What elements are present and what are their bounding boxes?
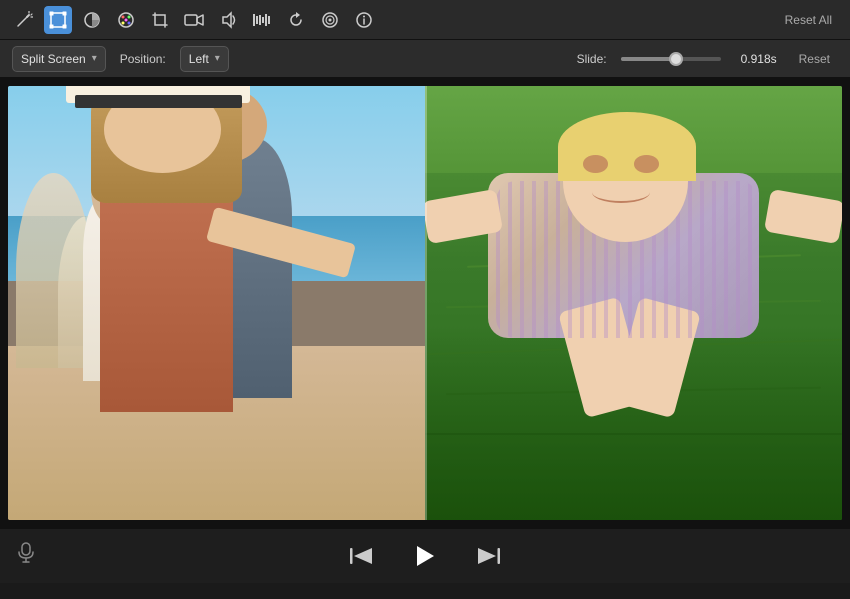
rotation-icon[interactable] (282, 6, 310, 34)
color-wheel-icon[interactable] (78, 6, 106, 34)
reset-button[interactable]: Reset (791, 48, 838, 70)
split-divider (425, 86, 427, 520)
slider-fill (621, 57, 676, 61)
slide-label: Slide: (577, 52, 607, 66)
overlay-icon[interactable] (316, 6, 344, 34)
reset-all-button[interactable]: Reset All (777, 9, 840, 31)
speed-icon[interactable] (248, 6, 276, 34)
palette-icon[interactable] (112, 6, 140, 34)
child-eye-left (583, 155, 608, 172)
woman-hat-band (75, 95, 242, 108)
audio-icon[interactable] (214, 6, 242, 34)
slide-value: 0.918s (741, 52, 777, 66)
microphone-button[interactable] (18, 542, 34, 569)
slide-slider[interactable] (621, 57, 721, 61)
toolbar: Reset All (0, 0, 850, 40)
crop-icon[interactable] (146, 6, 174, 34)
position-dropdown-value: Left (189, 52, 209, 66)
position-dropdown[interactable]: Left ▾ (180, 46, 229, 72)
child-hair (558, 112, 696, 181)
chevron-down-icon: ▾ (92, 53, 97, 64)
position-label: Position: (120, 52, 166, 66)
child-eye-right (634, 155, 659, 172)
play-button[interactable] (408, 539, 442, 573)
bottom-bar (0, 528, 850, 583)
rewind-button[interactable] (344, 539, 378, 573)
magic-wand-icon[interactable] (10, 6, 38, 34)
slider-thumb (669, 52, 683, 66)
camera-icon[interactable] (180, 6, 208, 34)
right-panel (425, 86, 842, 520)
preview-container (8, 86, 842, 520)
transform-icon[interactable] (44, 6, 72, 34)
left-panel (8, 86, 425, 520)
effect-dropdown-value: Split Screen (21, 52, 86, 66)
chevron-down-icon-2: ▾ (215, 53, 220, 64)
forward-button[interactable] (472, 539, 506, 573)
effect-dropdown[interactable]: Split Screen ▾ (12, 46, 106, 72)
controls-bar: Split Screen ▾ Position: Left ▾ Slide: 0… (0, 40, 850, 78)
preview-area (0, 78, 850, 528)
info-icon[interactable] (350, 6, 378, 34)
